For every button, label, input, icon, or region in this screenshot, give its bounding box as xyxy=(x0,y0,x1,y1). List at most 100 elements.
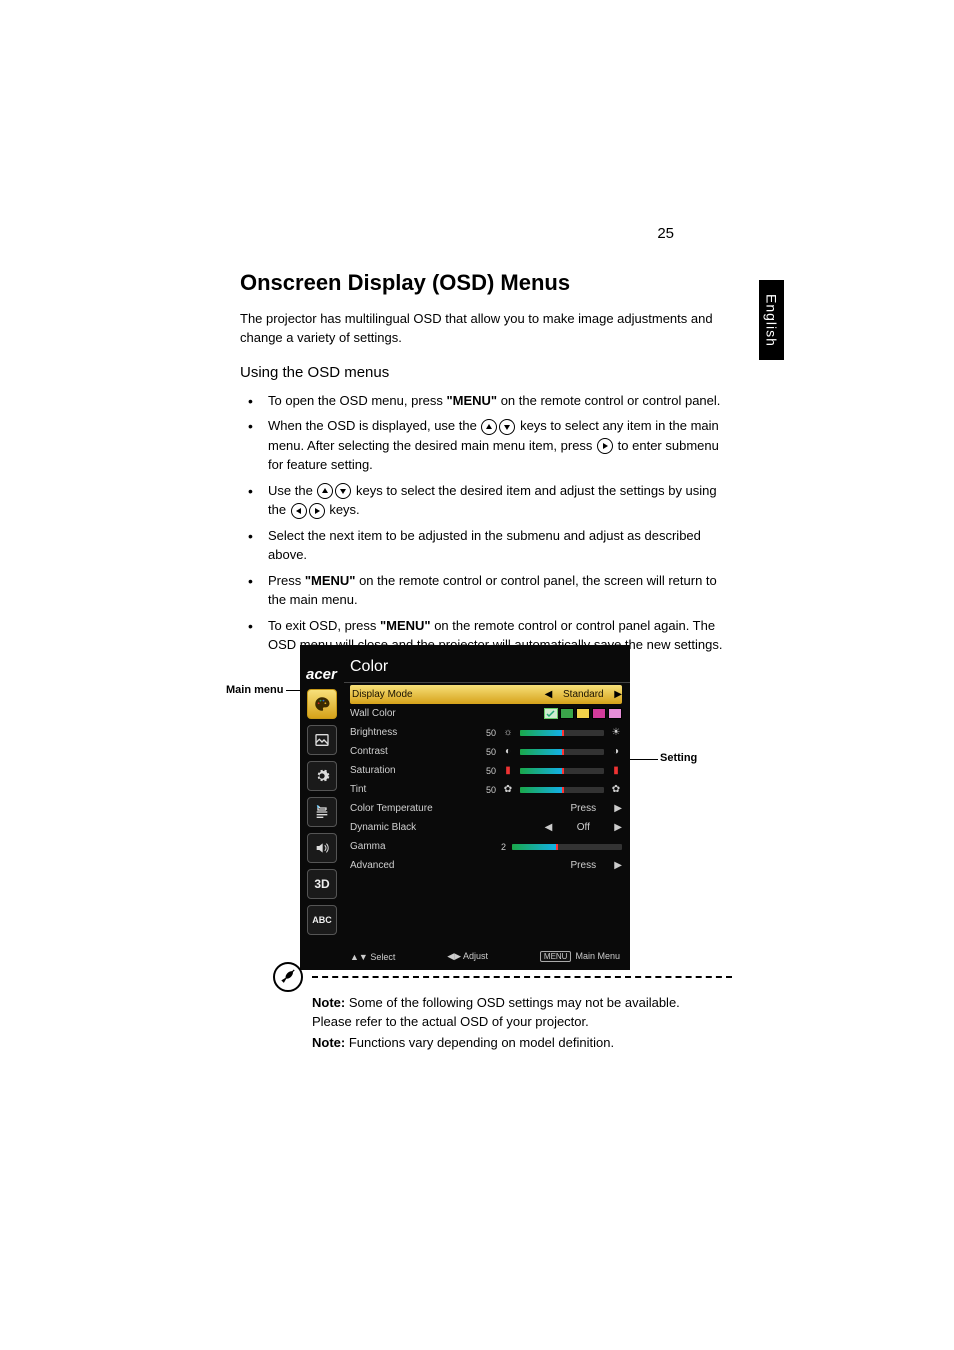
osd-row-color-temp[interactable]: Color Temperature Press ▶ xyxy=(350,799,622,818)
slider[interactable] xyxy=(520,787,604,793)
swatch[interactable] xyxy=(560,708,574,719)
osd-row-brightness[interactable]: Brightness 50 ☼ ☀ xyxy=(350,723,622,742)
row-label: Color Temperature xyxy=(350,803,460,814)
osd-row-tint[interactable]: Tint 50 ✿ ✿ xyxy=(350,780,622,799)
list-item: To open the OSD menu, press "MENU" on th… xyxy=(240,391,730,411)
row-value: Press xyxy=(558,860,608,871)
up-key-icon xyxy=(317,483,333,499)
row-label: Saturation xyxy=(350,765,460,776)
list-item: Press "MENU" on the remote control or co… xyxy=(240,571,730,610)
text: Press xyxy=(268,573,305,588)
list-item: Select the next item to be adjusted in t… xyxy=(240,526,730,565)
text: Select xyxy=(370,952,395,962)
sidebar-management-icon[interactable] xyxy=(307,797,337,827)
sidebar-image-icon[interactable] xyxy=(307,725,337,755)
text: Main Menu xyxy=(575,951,620,961)
language-tab-label: English xyxy=(764,294,780,347)
row-label: Tint xyxy=(350,784,460,795)
footer-select: ▲▼ Select xyxy=(350,952,395,962)
sidebar-language-icon[interactable]: ABC xyxy=(307,905,337,935)
swatch[interactable] xyxy=(608,708,622,719)
menu-key-label: "MENU" xyxy=(446,393,497,408)
callout-setting: Setting xyxy=(660,752,697,764)
menu-chip: MENU xyxy=(540,951,572,962)
osd-sidebar: 3D ABC xyxy=(300,683,344,945)
osd-row-wall-color[interactable]: Wall Color xyxy=(350,704,622,723)
sat-low-icon: ▮ xyxy=(502,765,514,776)
notes-block: Note: Some of the following OSD settings… xyxy=(312,994,712,1055)
text: Use the xyxy=(268,483,316,498)
note-text: Some of the following OSD settings may n… xyxy=(312,995,680,1029)
note-icon xyxy=(273,962,303,992)
section-subheading: Using the OSD menus xyxy=(240,364,730,381)
footer-adjust: ◀▶ Adjust xyxy=(447,951,488,962)
swatch[interactable] xyxy=(576,708,590,719)
text: To exit OSD, press xyxy=(268,618,380,633)
left-arrow-icon[interactable]: ◀ xyxy=(545,689,553,700)
right-arrow-icon[interactable]: ▶ xyxy=(614,689,622,700)
brand-logo: acer xyxy=(300,662,344,683)
tint-low-icon: ✿ xyxy=(502,784,514,795)
row-value: 50 xyxy=(482,785,496,795)
slider[interactable] xyxy=(512,844,622,850)
note-label: Note: xyxy=(312,995,345,1010)
contrast-high-icon: ◑ xyxy=(610,746,622,757)
left-arrow-icon[interactable]: ◀ xyxy=(545,822,553,833)
sat-high-icon: ▮ xyxy=(610,765,622,776)
row-value: 50 xyxy=(482,766,496,776)
slider[interactable] xyxy=(520,749,604,755)
text: on the remote control or control panel. xyxy=(497,393,720,408)
menu-key-label: "MENU" xyxy=(380,618,431,633)
note-label: Note: xyxy=(312,1035,345,1050)
right-arrow-icon[interactable]: ▶ xyxy=(614,860,622,871)
right-key-icon xyxy=(597,438,613,454)
row-label: Brightness xyxy=(350,727,460,738)
callout-main-menu: Main menu xyxy=(226,684,283,696)
sidebar-settings-icon[interactable] xyxy=(307,761,337,791)
osd-row-advanced[interactable]: Advanced Press▶ xyxy=(350,856,622,875)
callout-line xyxy=(286,690,300,691)
color-swatches xyxy=(544,708,622,719)
list-item: When the OSD is displayed, use the keys … xyxy=(240,416,730,475)
osd-row-display-mode[interactable]: Display Mode ◀ Standard ▶ xyxy=(350,685,622,704)
sidebar-3d-icon[interactable]: 3D xyxy=(307,869,337,899)
row-value: 50 xyxy=(482,728,496,738)
right-arrow-icon[interactable]: ▶ xyxy=(614,803,622,814)
row-value: 2 xyxy=(492,842,506,852)
row-value: 50 xyxy=(482,747,496,757)
bright-icon: ☀ xyxy=(610,727,622,738)
swatch-selected[interactable] xyxy=(544,708,558,719)
row-label: Display Mode xyxy=(352,689,462,700)
right-arrow-icon[interactable]: ▶ xyxy=(614,822,622,833)
note-text: Functions vary depending on model defini… xyxy=(345,1035,614,1050)
divider xyxy=(312,976,732,978)
text: When the OSD is displayed, use the xyxy=(268,418,480,433)
row-label: Dynamic Black xyxy=(350,822,460,833)
osd-screenshot: acer Color 3D ABC Display Mode ◀Standard… xyxy=(300,645,630,970)
swatch[interactable] xyxy=(592,708,606,719)
tint-high-icon: ✿ xyxy=(610,784,622,795)
left-key-icon xyxy=(291,503,307,519)
osd-footer: ▲▼ Select ◀▶ Adjust MENUMain Menu xyxy=(300,945,630,970)
dim-icon: ☼ xyxy=(502,727,514,738)
sidebar-audio-icon[interactable] xyxy=(307,833,337,863)
row-label: Gamma xyxy=(350,841,460,852)
osd-submenu: Display Mode ◀ Standard ▶ Wall Color xyxy=(344,683,630,945)
osd-row-contrast[interactable]: Contrast 50◐◑ xyxy=(350,742,622,761)
instruction-list: To open the OSD menu, press "MENU" on th… xyxy=(240,391,730,655)
row-value: Standard xyxy=(558,689,608,700)
row-label: Wall Color xyxy=(350,708,460,719)
slider[interactable] xyxy=(520,768,604,774)
sidebar-color-icon[interactable] xyxy=(307,689,337,719)
osd-row-gamma[interactable]: Gamma 2 xyxy=(350,837,622,856)
row-value: Off xyxy=(558,822,608,833)
osd-row-dynamic-black[interactable]: Dynamic Black ◀ Off ▶ xyxy=(350,818,622,837)
page-title: Onscreen Display (OSD) Menus xyxy=(240,270,730,296)
menu-key-label: "MENU" xyxy=(305,573,356,588)
osd-row-saturation[interactable]: Saturation 50 ▮ ▮ xyxy=(350,761,622,780)
language-tab: English xyxy=(759,280,784,360)
row-value: Press xyxy=(558,803,608,814)
slider[interactable] xyxy=(520,730,604,736)
down-key-icon xyxy=(499,419,515,435)
up-key-icon xyxy=(481,419,497,435)
